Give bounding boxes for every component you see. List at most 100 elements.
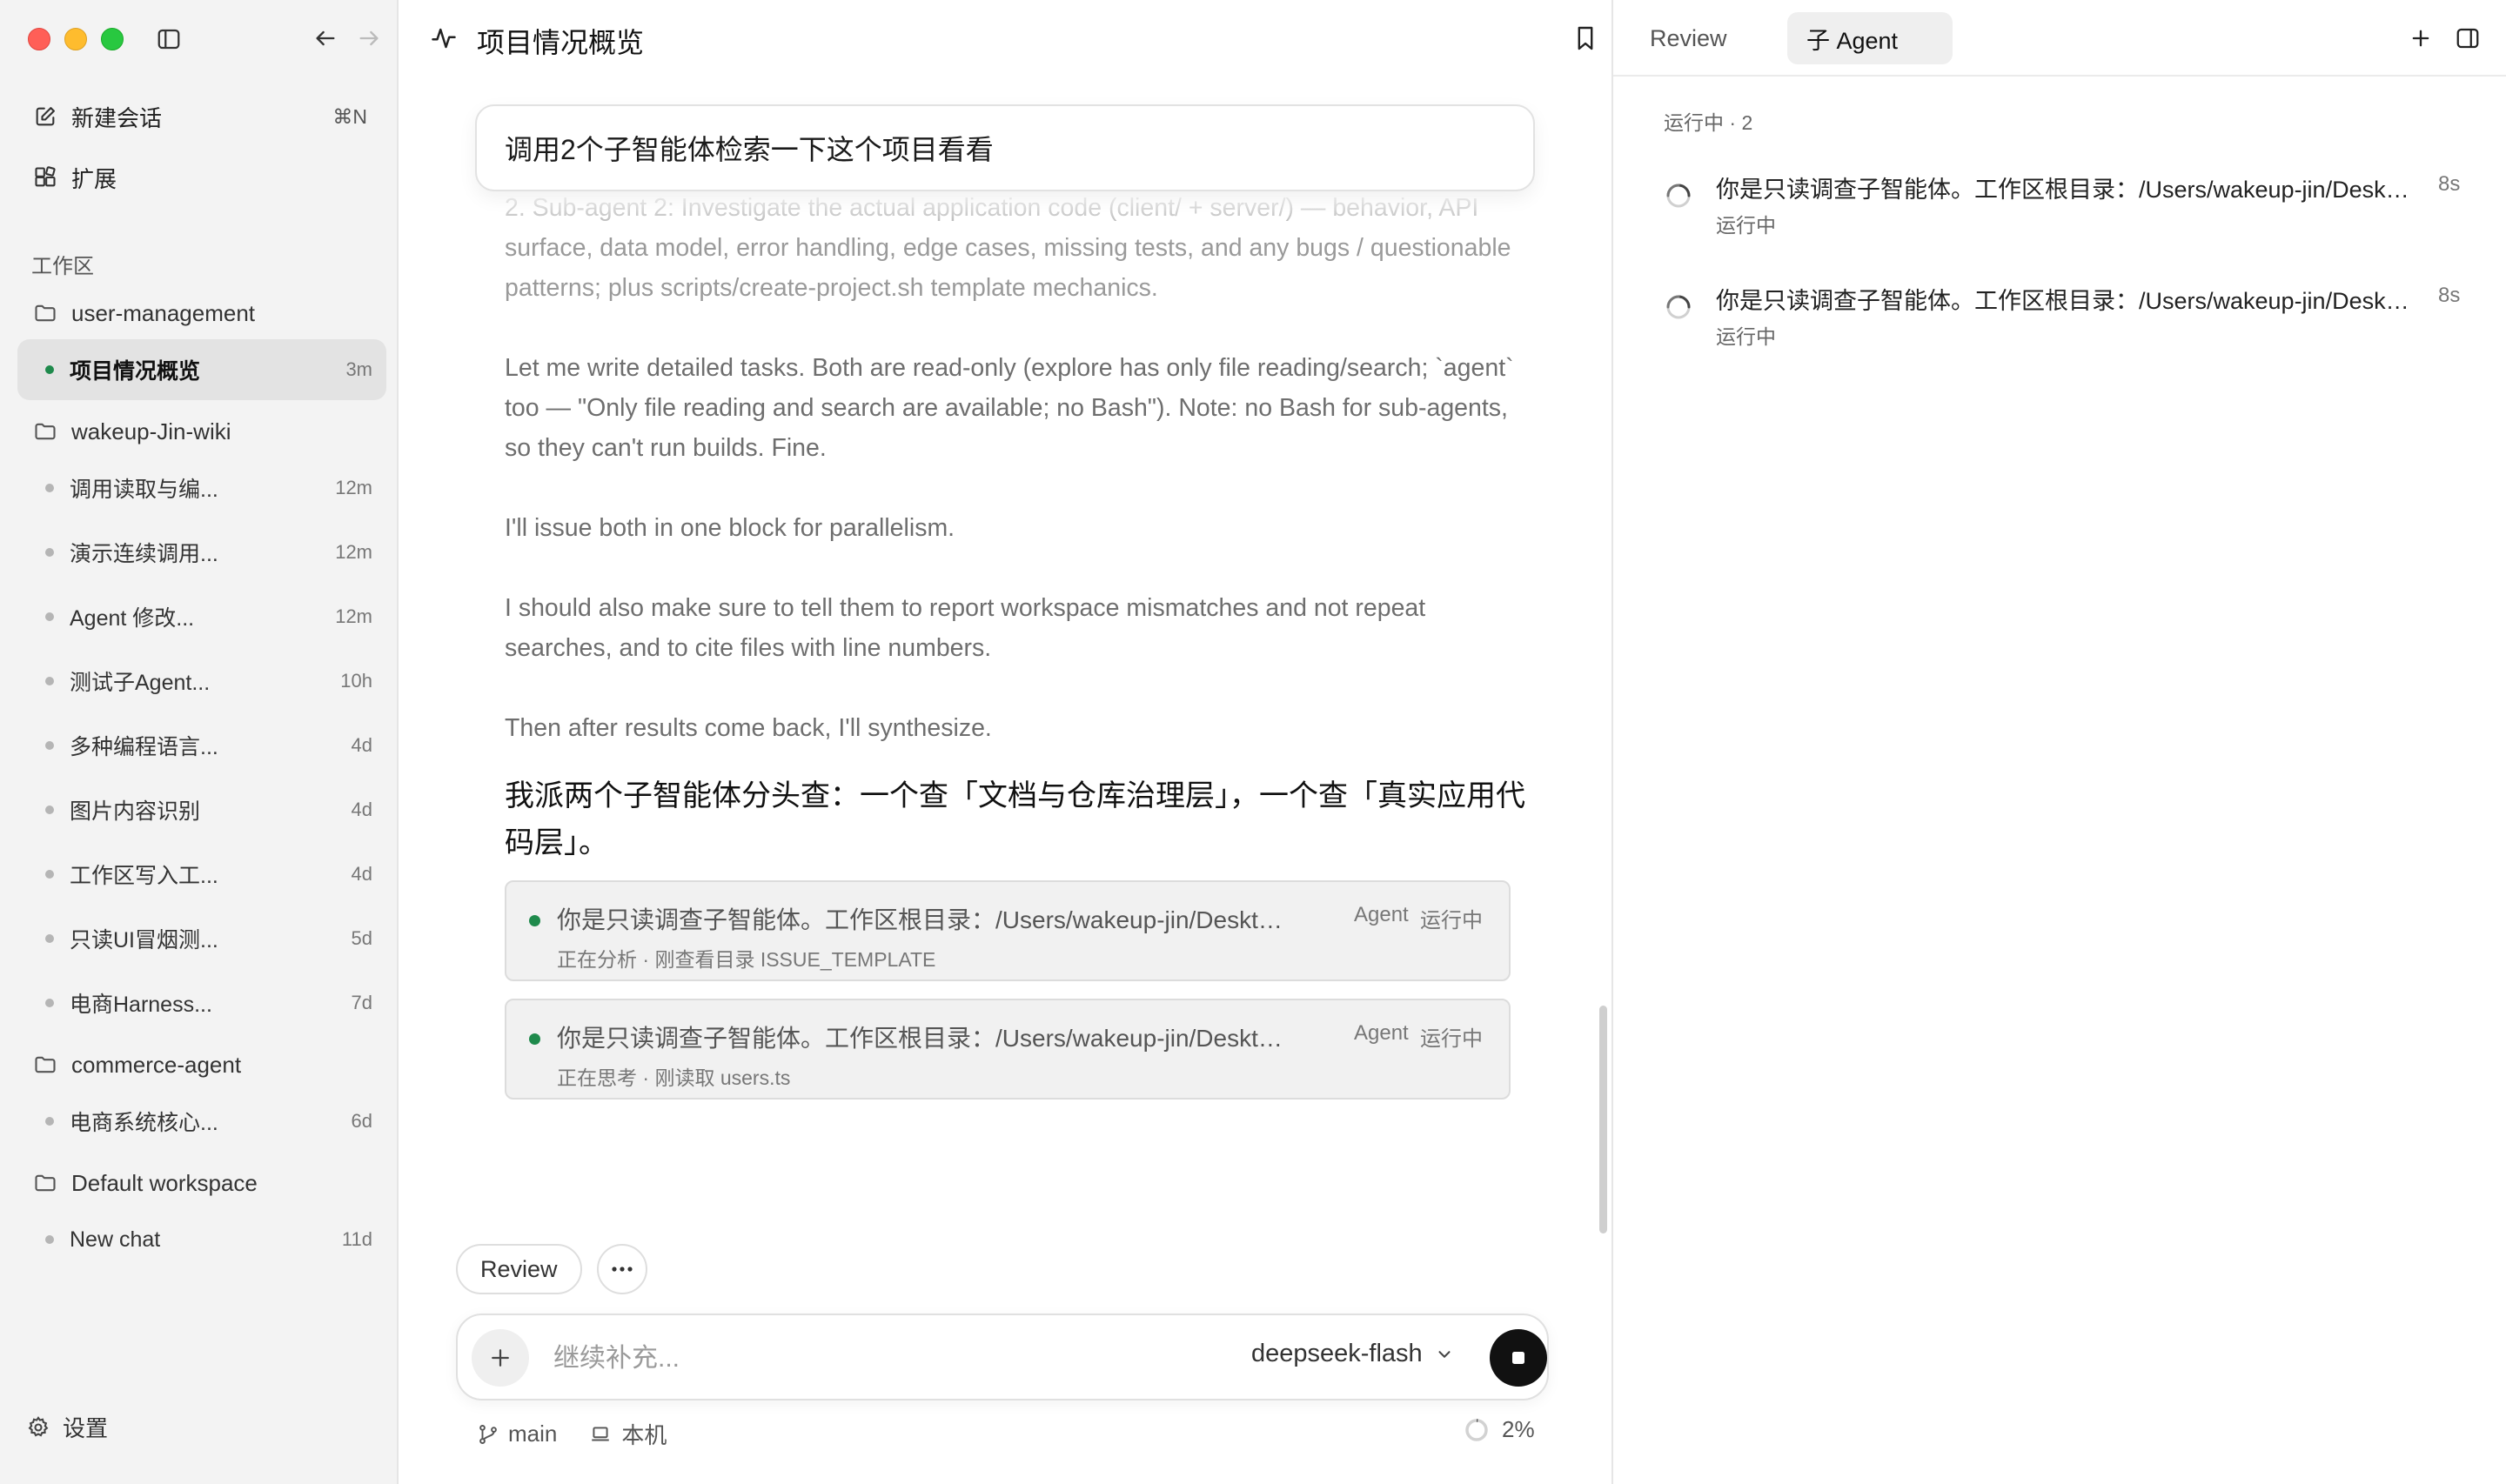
tab-review[interactable]: Review bbox=[1650, 12, 1727, 64]
subagent-card[interactable]: 你是只读调查子智能体。工作区根目录：/Users/wakeup-jin/Desk… bbox=[505, 880, 1511, 981]
scroll-fade bbox=[468, 190, 1547, 238]
attach-button[interactable] bbox=[472, 1329, 529, 1387]
message-input[interactable] bbox=[552, 1331, 1164, 1387]
chat-age: 4d bbox=[351, 734, 372, 756]
subagent-list-item[interactable]: 你是只读调查子智能体。工作区根目录：/Users/wakeup-jin/Desk… bbox=[1664, 282, 2490, 360]
context-usage[interactable]: 2% bbox=[1464, 1416, 1535, 1443]
right-panel: Review 子 Agent 运行中 · 2 你是只读调查子智能体。工作区根目录… bbox=[1611, 0, 2506, 1484]
status-dot bbox=[45, 1235, 54, 1244]
folder-icon bbox=[19, 1039, 71, 1091]
zoom-window-button[interactable] bbox=[101, 28, 124, 50]
status-dot bbox=[45, 548, 54, 557]
workspace-default[interactable]: Default workspace bbox=[19, 1157, 379, 1209]
thinking-paragraph: I should also make sure to tell them to … bbox=[505, 594, 1426, 662]
status-dot bbox=[45, 612, 54, 621]
settings-button[interactable]: 设置 bbox=[26, 1411, 108, 1443]
main-header: 项目情况概览 bbox=[399, 0, 1611, 77]
chat-item[interactable]: 演示连续调用... 12m bbox=[17, 522, 386, 583]
add-panel-button[interactable] bbox=[2407, 24, 2435, 52]
chat-age: 12m bbox=[335, 477, 372, 498]
workspace-user-management[interactable]: user-management bbox=[19, 287, 379, 339]
new-chat-button[interactable]: 新建会话 ⌘N bbox=[19, 90, 376, 143]
toggle-right-panel-icon[interactable] bbox=[2454, 24, 2482, 52]
branch-name[interactable]: main bbox=[508, 1420, 557, 1447]
chat-item[interactable]: 电商Harness... 7d bbox=[17, 973, 386, 1033]
thinking-block: 2. Sub-agent 2: Investigate the actual a… bbox=[505, 188, 1523, 788]
extensions-label: 扩展 bbox=[71, 165, 117, 192]
thinking-paragraph: I'll issue both in one block for paralle… bbox=[505, 514, 955, 542]
status-dot bbox=[45, 999, 54, 1007]
workspace-name: wakeup-Jin-wiki bbox=[71, 418, 231, 445]
chat-item[interactable]: 只读UI冒烟测... 5d bbox=[17, 908, 386, 969]
page-title: 项目情况概览 bbox=[477, 27, 645, 58]
status-dot bbox=[45, 484, 54, 492]
chat-item[interactable]: 测试子Agent... 10h bbox=[17, 651, 386, 712]
chat-age: 10h bbox=[340, 670, 372, 692]
running-section-title: 运行中 · 2 bbox=[1664, 111, 1753, 134]
model-selector[interactable]: deepseek-flash bbox=[1251, 1340, 1454, 1368]
assistant-message: 我派两个子智能体分头查：一个查「文档与仓库治理层」，一个查「真实应用代码层」。 bbox=[505, 779, 1525, 859]
close-window-button[interactable] bbox=[28, 28, 50, 50]
tab-sub-agent[interactable]: 子 Agent bbox=[1787, 12, 1953, 64]
user-message-text: 调用2个子智能体检索一下这个项目看看 bbox=[505, 134, 994, 165]
chat-item[interactable]: 图片内容识别 4d bbox=[17, 779, 386, 840]
back-arrow-icon[interactable] bbox=[312, 24, 339, 52]
chat-age: 3m bbox=[345, 358, 372, 380]
sidebar-toggle-icon[interactable] bbox=[155, 25, 183, 53]
minimize-window-button[interactable] bbox=[64, 28, 87, 50]
chat-age: 12m bbox=[335, 541, 372, 563]
chat-title: 演示连续调用... bbox=[70, 542, 218, 566]
tab-sub-agent-label: 子 Agent bbox=[1806, 27, 1899, 54]
bookmark-icon[interactable] bbox=[1573, 24, 1598, 52]
extensions-icon bbox=[19, 151, 71, 204]
status-bar-left: main 本机 bbox=[477, 1418, 667, 1450]
status-dot bbox=[45, 870, 54, 879]
loading-spinner-icon bbox=[1666, 295, 1691, 319]
chat-age: 4d bbox=[351, 799, 372, 820]
subagent-tag: Agent bbox=[1354, 1021, 1409, 1045]
chat-item[interactable]: New chat 11d bbox=[17, 1209, 386, 1270]
chat-item[interactable]: Agent 修改... 12m bbox=[17, 586, 386, 647]
new-chat-label: 新建会话 bbox=[71, 104, 163, 131]
subagent-list-item[interactable]: 你是只读调查子智能体。工作区根目录：/Users/wakeup-jin/Desk… bbox=[1664, 170, 2490, 249]
subagent-prompt: 你是只读调查子智能体。工作区根目录：/Users/wakeup-jin/Desk… bbox=[557, 906, 1288, 933]
model-name: deepseek-flash bbox=[1251, 1340, 1423, 1367]
more-options-button[interactable] bbox=[597, 1244, 647, 1294]
main-panel: 项目情况概览 调用2个子智能体检索一下这个项目看看 2. Sub-agent 2… bbox=[399, 0, 1611, 1484]
execution-location[interactable]: 本机 bbox=[621, 1418, 667, 1450]
user-message: 调用2个子智能体检索一下这个项目看看 bbox=[475, 104, 1535, 191]
scrollbar-thumb[interactable] bbox=[1599, 1006, 1607, 1233]
subagent-list-state: 运行中 bbox=[1716, 214, 1776, 237]
subagent-list-text: 你是只读调查子智能体。工作区根目录：/Users/wakeup-jin/Desk… bbox=[1716, 177, 2412, 203]
workspace-wakeup-jin-wiki[interactable]: wakeup-Jin-wiki bbox=[19, 405, 379, 458]
right-panel-tabs: Review 子 Agent bbox=[1613, 0, 2506, 77]
review-chip-button[interactable]: Review bbox=[456, 1244, 582, 1294]
subagent-card[interactable]: 你是只读调查子智能体。工作区根目录：/Users/wakeup-jin/Desk… bbox=[505, 999, 1511, 1100]
chat-title: 项目情况概览 bbox=[70, 359, 201, 384]
workspace-commerce-agent[interactable]: commerce-agent bbox=[19, 1039, 379, 1091]
laptop-icon bbox=[588, 1423, 613, 1446]
forward-arrow-icon[interactable] bbox=[355, 24, 383, 52]
thinking-paragraph: Let me write detailed tasks. Both are re… bbox=[505, 354, 1514, 462]
subagent-state: 运行中 bbox=[1420, 909, 1483, 933]
chat-item-active[interactable]: 项目情况概览 3m bbox=[17, 339, 386, 400]
chat-item[interactable]: 调用读取与编... 12m bbox=[17, 458, 386, 518]
chat-age: 7d bbox=[351, 992, 372, 1013]
chat-title: 调用读取与编... bbox=[70, 478, 218, 502]
chat-age: 6d bbox=[351, 1110, 372, 1132]
chat-item[interactable]: 电商系统核心... 6d bbox=[17, 1091, 386, 1152]
activity-icon bbox=[430, 24, 458, 52]
workspace-name: commerce-agent bbox=[71, 1051, 242, 1078]
gear-icon bbox=[26, 1415, 50, 1440]
extensions-button[interactable]: 扩展 bbox=[19, 151, 376, 204]
compose-icon bbox=[19, 90, 71, 143]
chat-item[interactable]: 多种编程语言... 4d bbox=[17, 715, 386, 776]
subagent-activity: 正在分析 · 刚查看目录 ISSUE_TEMPLATE bbox=[557, 948, 936, 971]
sidebar: 新建会话 ⌘N 扩展 工作区 user-management 项目情况概览 3m… bbox=[0, 0, 399, 1484]
context-usage-ring-icon bbox=[1465, 1418, 1488, 1441]
chat-title: New chat bbox=[70, 1227, 161, 1252]
stop-button[interactable] bbox=[1490, 1329, 1547, 1387]
chat-item[interactable]: 工作区写入工... 4d bbox=[17, 844, 386, 905]
ellipsis-icon bbox=[612, 1267, 633, 1272]
chat-title: 电商Harness... bbox=[70, 993, 212, 1017]
